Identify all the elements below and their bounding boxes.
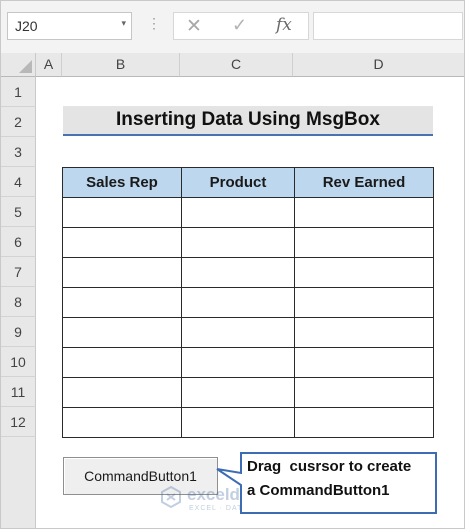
row-header-2[interactable]: 2 [1,107,36,137]
row-header-filler [1,437,36,528]
table-cell[interactable] [294,227,434,258]
table-cell[interactable] [62,287,182,318]
header-rev-earned[interactable]: Rev Earned [294,167,434,198]
table-cell[interactable] [62,227,182,258]
table-row [62,377,434,408]
table-cell[interactable] [294,377,434,408]
row-header-3[interactable]: 3 [1,137,36,167]
row-header-5[interactable]: 5 [1,197,36,227]
table-cell[interactable] [62,347,182,378]
table-cell[interactable] [62,407,182,438]
callout-line-1: Drag cusrsor to create [247,458,412,475]
table-cell[interactable] [62,257,182,288]
table-row [62,197,434,228]
table-row [62,227,434,258]
table-row [62,407,434,438]
row-header-9[interactable]: 9 [1,317,36,347]
table-cell[interactable] [181,287,295,318]
table-row [62,317,434,348]
name-box-value: J20 [15,18,38,34]
check-icon[interactable]: ✓ [232,15,247,36]
header-sales-rep[interactable]: Sales Rep [62,167,182,198]
row-header-10[interactable]: 10 [1,347,36,377]
formula-buttons: ✕ ✓ fx [173,12,309,40]
header-product[interactable]: Product [181,167,295,198]
select-all-corner[interactable] [1,53,36,77]
table-header-row: Sales Rep Product Rev Earned [62,167,434,198]
table-cell[interactable] [62,317,182,348]
row-header-4[interactable]: 4 [1,167,36,197]
row-header-7[interactable]: 7 [1,257,36,287]
table-cell[interactable] [294,407,434,438]
row-header-1[interactable]: 1 [1,77,36,107]
table-cell[interactable] [294,287,434,318]
excel-window: J20 ▾ ⋮ ✕ ✓ fx A B C D 1 2 3 4 5 6 7 8 9… [0,0,465,529]
chevron-down-icon[interactable]: ▾ [121,18,126,29]
table-cell[interactable] [181,227,295,258]
data-table: Sales Rep Product Rev Earned [62,167,434,438]
table-cell[interactable] [62,377,182,408]
row-header-6[interactable]: 6 [1,227,36,257]
table-cell[interactable] [181,377,295,408]
table-cell[interactable] [62,197,182,228]
row-header-8[interactable]: 8 [1,287,36,317]
formula-input[interactable] [313,12,463,40]
table-row [62,257,434,288]
sheet-title[interactable]: Inserting Data Using MsgBox [63,106,433,136]
name-box[interactable]: J20 ▾ [7,12,132,40]
callout-line-2: a CommandButton1 [247,482,390,499]
table-cell[interactable] [181,347,295,378]
table-row [62,347,434,378]
table-cell[interactable] [181,317,295,348]
table-cell[interactable] [181,407,295,438]
fx-icon[interactable]: fx [276,15,292,35]
column-header-c[interactable]: C [180,53,293,77]
column-header-a[interactable]: A [36,53,62,77]
table-cell[interactable] [181,197,295,228]
formula-bar-grip-icon[interactable]: ⋮ [147,15,161,32]
table-cell[interactable] [181,257,295,288]
row-header-12[interactable]: 12 [1,407,36,437]
close-icon[interactable]: ✕ [186,15,202,38]
callout-text: Drag cusrsor to create a CommandButton1 [247,455,433,503]
exceldemy-logo-icon [161,485,181,509]
formula-bar: J20 ▾ ⋮ ✕ ✓ fx [1,1,464,53]
column-header-d[interactable]: D [293,53,464,77]
select-all-icon [19,60,32,73]
table-cell[interactable] [294,347,434,378]
table-cell[interactable] [294,257,434,288]
table-cell[interactable] [294,317,434,348]
table-cell[interactable] [294,197,434,228]
column-header-b[interactable]: B [62,53,180,77]
row-header-11[interactable]: 11 [1,377,36,407]
table-row [62,287,434,318]
